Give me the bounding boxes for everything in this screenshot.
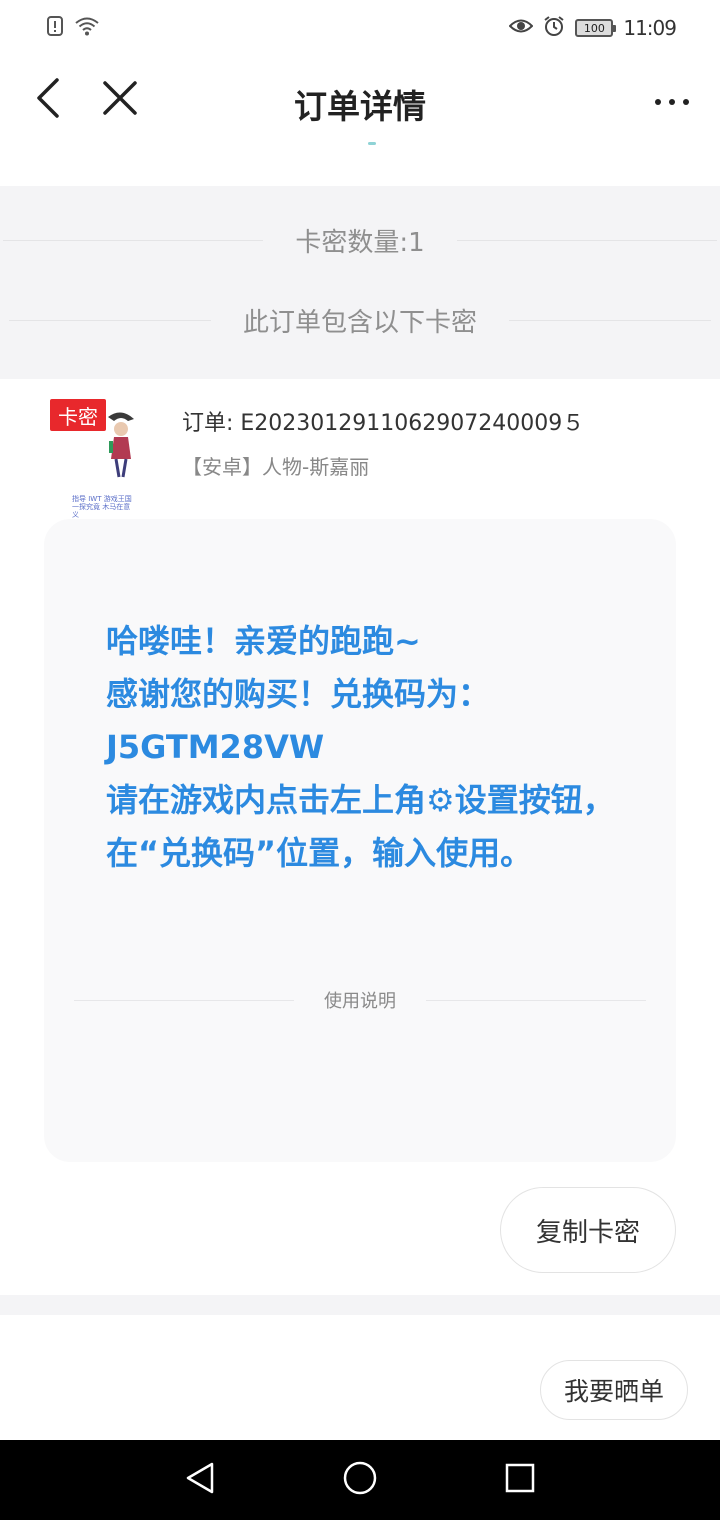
product-thumbnail[interactable]: 卡密 指导 IWT 游戏王国 一探究竟 木马在意义 [48,397,138,519]
nav-back-icon [184,1461,216,1499]
bottom-action-bar: 我要晒单 [0,1315,720,1440]
sim-alert-icon [46,15,64,41]
status-bar: 100 11:09 [0,0,720,56]
card-tag: 卡密 [50,399,106,431]
card-count-row: 卡密数量:1 [0,222,720,259]
order-summary: 卡密数量:1 此订单包含以下卡密 [0,186,720,379]
contains-label: 此订单包含以下卡密 [242,308,477,338]
status-left [46,15,100,41]
instructions-divider: 使用说明 [74,987,646,1013]
contains-row: 此订单包含以下卡密 [0,302,720,339]
eye-icon [508,17,534,39]
divider-line [509,320,711,321]
status-right: 100 11:09 [508,15,677,41]
page-title: 订单详情 [294,87,426,126]
nav-recents-button[interactable] [498,1458,542,1502]
more-icon [654,91,690,110]
instructions-label[interactable]: 使用说明 [294,987,426,1013]
nav-recents-icon [504,1462,536,1498]
divider-line [426,999,646,1001]
alarm-icon [543,15,565,41]
divider-line [8,320,211,321]
section-gap [0,1295,720,1315]
status-time: 11:09 [623,16,677,40]
title-indicator [368,142,376,145]
system-nav-bar [0,1440,720,1520]
nav-home-icon [342,1460,378,1500]
app-header: 订单详情 [0,56,720,186]
divider-line [74,999,294,1001]
divider-line [3,240,264,241]
character-figure-icon [108,412,134,478]
nav-home-button[interactable] [338,1458,382,1502]
wifi-icon [74,15,100,41]
nav-back-button[interactable] [178,1458,222,1502]
battery-icon: 100 [575,19,617,37]
copy-code-button[interactable]: 复制卡密 [500,1187,676,1273]
redeem-code-box: 哈喽哇！亲爱的跑跑~ 感谢您的购买！兑换码为： J5GTM28VW 请在游戏内点… [44,519,676,1162]
share-order-button[interactable]: 我要晒单 [540,1360,688,1420]
order-card: 卡密 指导 IWT 游戏王国 一探究竟 木马在意义 订单: E202301291… [0,379,720,1295]
more-button[interactable] [652,80,692,120]
card-count-label: 卡密数量:1 [295,228,425,258]
product-name: 【安卓】人物-斯嘉丽 [182,455,370,479]
redeem-code-message[interactable]: 哈喽哇！亲爱的跑跑~ 感谢您的购买！兑换码为： J5GTM28VW 请在游戏内点… [106,615,626,880]
order-number: 订单: E2023012911062907240009５ [182,411,585,436]
thumbnail-caption: 指导 IWT 游戏王国 一探究竟 木马在意义 [72,495,132,519]
divider-line [456,240,717,241]
